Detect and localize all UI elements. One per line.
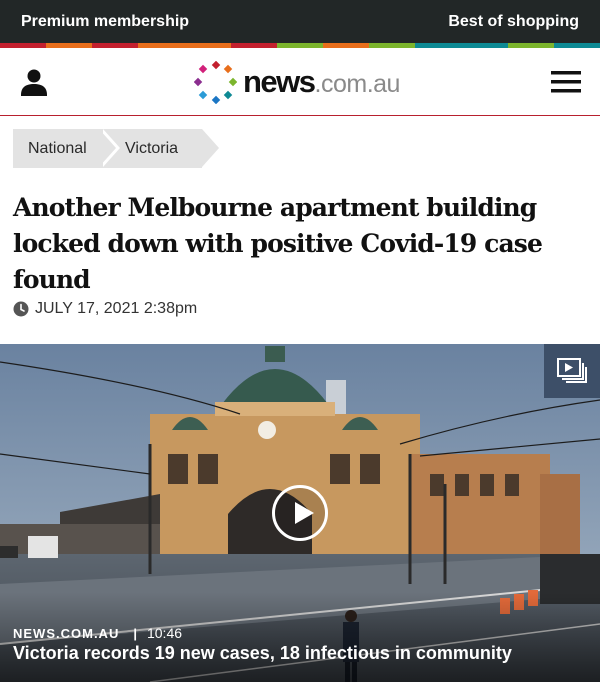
user-icon[interactable] bbox=[20, 68, 48, 98]
breadcrumb-national[interactable]: National bbox=[13, 129, 120, 168]
play-icon[interactable] bbox=[272, 485, 328, 541]
article-dateline: JULY 17, 2021 2:38pm bbox=[13, 300, 197, 318]
promo-bar: Premium membership Best of shopping bbox=[0, 0, 600, 43]
site-logo[interactable]: news.com.au bbox=[193, 60, 400, 104]
logo-wordmark: news.com.au bbox=[243, 64, 400, 99]
article-date: JULY 17, 2021 2:38pm bbox=[35, 300, 198, 317]
site-header: news.com.au bbox=[0, 48, 600, 116]
video-player[interactable]: NEWS.COM.AU | 10:46 Victoria records 19 … bbox=[0, 344, 600, 682]
gallery-icon[interactable] bbox=[544, 344, 600, 398]
best-of-shopping-link[interactable]: Best of shopping bbox=[448, 13, 579, 31]
logo-mark-icon bbox=[193, 60, 238, 104]
video-meta: NEWS.COM.AU | 10:46 bbox=[13, 625, 182, 641]
breadcrumb: National Victoria bbox=[13, 129, 219, 168]
clock-icon bbox=[13, 301, 29, 317]
premium-membership-link[interactable]: Premium membership bbox=[21, 13, 189, 31]
video-source: NEWS.COM.AU bbox=[13, 625, 120, 641]
article-headline: Another Melbourne apartment building loc… bbox=[13, 193, 543, 294]
video-title[interactable]: Victoria records 19 new cases, 18 infect… bbox=[13, 643, 512, 664]
hamburger-menu-icon[interactable] bbox=[551, 70, 581, 94]
video-timestamp: 10:46 bbox=[146, 625, 183, 641]
video-separator: | bbox=[133, 625, 137, 641]
